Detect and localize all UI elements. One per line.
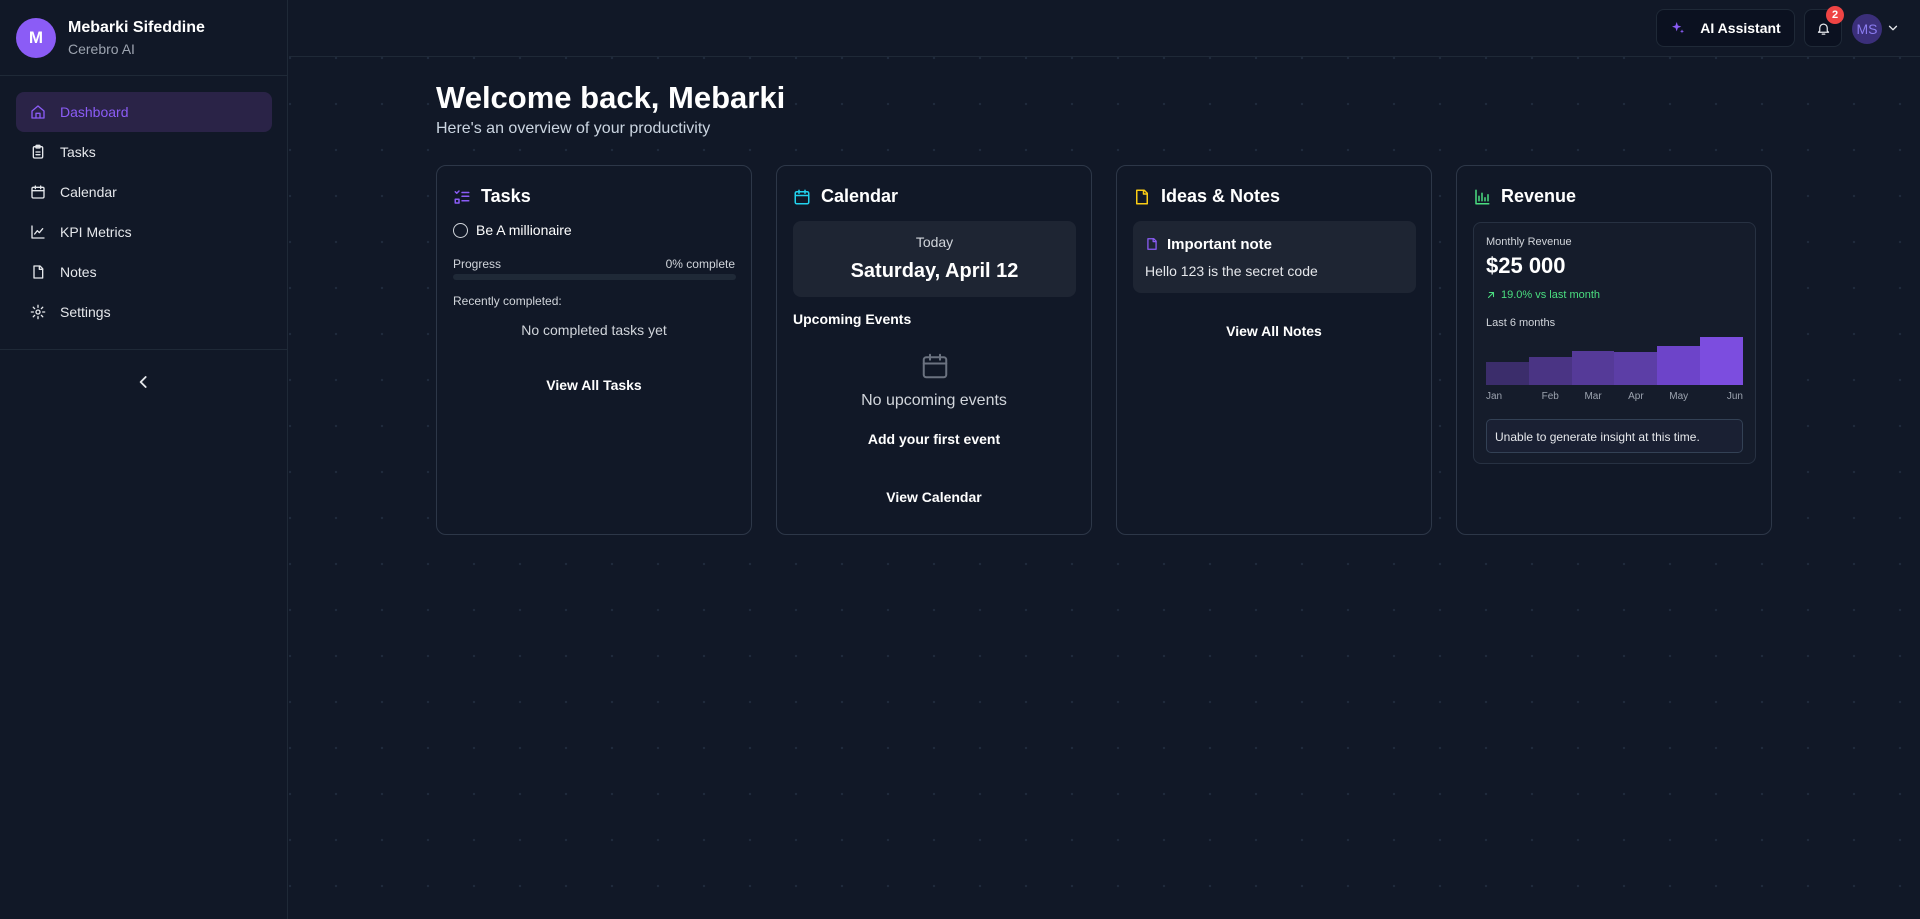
bar-chart-icon <box>1475 189 1490 204</box>
period-label: Last 6 months <box>1486 317 1556 329</box>
list-checks-icon <box>454 189 470 204</box>
chart-bar-apr <box>1614 352 1658 385</box>
calendar-icon <box>794 189 810 204</box>
revenue-change: 19.0% vs last month <box>1486 289 1600 301</box>
progress-bar <box>453 274 736 280</box>
ai-assistant-button[interactable]: AI Assistant <box>1656 9 1795 47</box>
home-icon <box>31 105 45 119</box>
sidebar-item-label: Settings <box>60 304 111 320</box>
chart-tick-label: Jun <box>1726 391 1743 402</box>
chevron-left-icon[interactable] <box>134 372 154 392</box>
today-box: Today Saturday, April 12 <box>793 221 1076 297</box>
note-item[interactable]: Important note Hello 123 is the secret c… <box>1133 221 1416 293</box>
ai-assistant-label: AI Assistant <box>1700 20 1781 36</box>
revenue-title-text: Revenue <box>1501 186 1577 206</box>
revenue-panel: Monthly Revenue $25 000 19.0% vs last mo… <box>1473 222 1756 464</box>
sidebar-item-kpi-metrics[interactable]: KPI Metrics <box>16 212 272 252</box>
notes-title-text: Ideas & Notes <box>1161 186 1281 206</box>
view-all-tasks-button[interactable]: View All Tasks <box>437 377 751 393</box>
sidebar-item-settings[interactable]: Settings <box>16 292 272 332</box>
recent-label: Recently completed: <box>453 294 562 308</box>
page-subtitle: Here's an overview of your productivity <box>436 120 711 137</box>
calendar-title-text: Calendar <box>821 186 899 206</box>
revenue-value: $25 000 <box>1486 253 1566 278</box>
org-name: Cerebro AI <box>68 40 135 57</box>
empty-tasks-message: No completed tasks yet <box>521 322 667 338</box>
user-name: Mebarki Sifeddine <box>68 18 205 36</box>
revenue-card-title: Revenue <box>1473 186 1576 207</box>
file-icon <box>33 265 44 279</box>
notes-card: Ideas & Notes Important note Hello 123 i… <box>1116 165 1432 535</box>
add-event-button[interactable]: Add your first event <box>777 431 1091 447</box>
sidebar-nav: Dashboard Tasks Calendar KPI Metrics Not… <box>0 76 288 350</box>
calendar-card-title: Calendar <box>793 186 898 207</box>
chart-bar-feb <box>1528 357 1572 385</box>
notification-badge: 2 <box>1826 6 1844 24</box>
revenue-card: Revenue Monthly Revenue $25 000 19.0% vs… <box>1456 165 1772 535</box>
revenue-chart <box>1486 337 1743 385</box>
task-item[interactable]: Be A millionaire <box>453 222 572 238</box>
gear-icon <box>30 304 46 320</box>
sidebar-item-tasks[interactable]: Tasks <box>16 132 272 172</box>
tasks-card: Tasks Be A millionaire Progress 0% compl… <box>436 165 752 535</box>
today-label: Today <box>915 234 954 250</box>
monthly-revenue-label: Monthly Revenue <box>1486 236 1572 248</box>
notes-card-title: Ideas & Notes <box>1133 186 1280 207</box>
avatar[interactable]: M <box>16 17 56 58</box>
chart-tick-label: May <box>1669 391 1689 402</box>
note-icon <box>1136 189 1148 204</box>
revenue-chart-axis: Jan Feb Mar Apr May Jun <box>1486 391 1743 402</box>
tasks-title-text: Tasks <box>481 186 531 206</box>
chart-bar-jan <box>1486 361 1529 385</box>
chart-bar-mar <box>1571 350 1615 385</box>
progress-percent: 0% complete <box>665 257 735 271</box>
sidebar-item-dashboard[interactable]: Dashboard <box>16 92 272 132</box>
sidebar-item-notes[interactable]: Notes <box>16 252 272 292</box>
calendar-card: Calendar Today Saturday, April 12 Upcomi… <box>776 165 1092 535</box>
calendar-empty-icon <box>922 353 948 379</box>
profile-header: M Mebarki Sifeddine Cerebro AI <box>0 0 287 76</box>
note-title: Important note <box>1167 236 1272 253</box>
calendar-icon <box>31 185 45 199</box>
chevron-down-icon[interactable] <box>1886 21 1900 35</box>
clipboard-icon <box>32 144 44 159</box>
chart-tick-label: Jan <box>1486 391 1503 402</box>
today-date: Saturday, April 12 <box>850 260 1019 282</box>
sidebar-item-label: Calendar <box>60 184 117 200</box>
sidebar-item-label: Notes <box>60 264 97 280</box>
chart-tick-label: Mar <box>1584 391 1602 402</box>
bell-icon <box>1817 23 1829 35</box>
chart-bar-may <box>1657 346 1701 385</box>
view-all-notes-button[interactable]: View All Notes <box>1117 323 1431 339</box>
sidebar: M Mebarki Sifeddine Cerebro AI Dashboard… <box>0 0 288 919</box>
page-title: Welcome back, Mebarki <box>436 80 786 115</box>
empty-events-message: No upcoming events <box>861 392 1007 409</box>
chart-tick-label: Apr <box>1628 391 1644 402</box>
insight-box: Unable to generate insight at this time. <box>1486 419 1743 453</box>
chart-bar-jun <box>1700 337 1743 385</box>
chart-line-icon <box>31 225 45 239</box>
task-label: Be A millionaire <box>476 222 572 238</box>
tasks-card-title: Tasks <box>453 186 531 207</box>
sidebar-item-label: Tasks <box>60 144 96 160</box>
view-calendar-button[interactable]: View Calendar <box>777 489 1091 505</box>
note-body: Hello 123 is the secret code <box>1145 263 1318 279</box>
sidebar-item-label: Dashboard <box>60 104 129 120</box>
progress-label: Progress <box>453 257 502 271</box>
revenue-change-text: 19.0% vs last month <box>1501 289 1601 301</box>
trend-up-icon <box>1487 291 1495 299</box>
upcoming-events-label: Upcoming Events <box>793 311 912 327</box>
sidebar-item-label: KPI Metrics <box>60 224 132 240</box>
sparkles-icon <box>1672 22 1685 34</box>
user-avatar[interactable]: MS <box>1852 14 1882 44</box>
note-small-icon <box>1147 238 1157 250</box>
chart-tick-label: Feb <box>1541 391 1559 402</box>
sidebar-item-calendar[interactable]: Calendar <box>16 172 272 212</box>
task-checkbox[interactable] <box>453 222 468 238</box>
